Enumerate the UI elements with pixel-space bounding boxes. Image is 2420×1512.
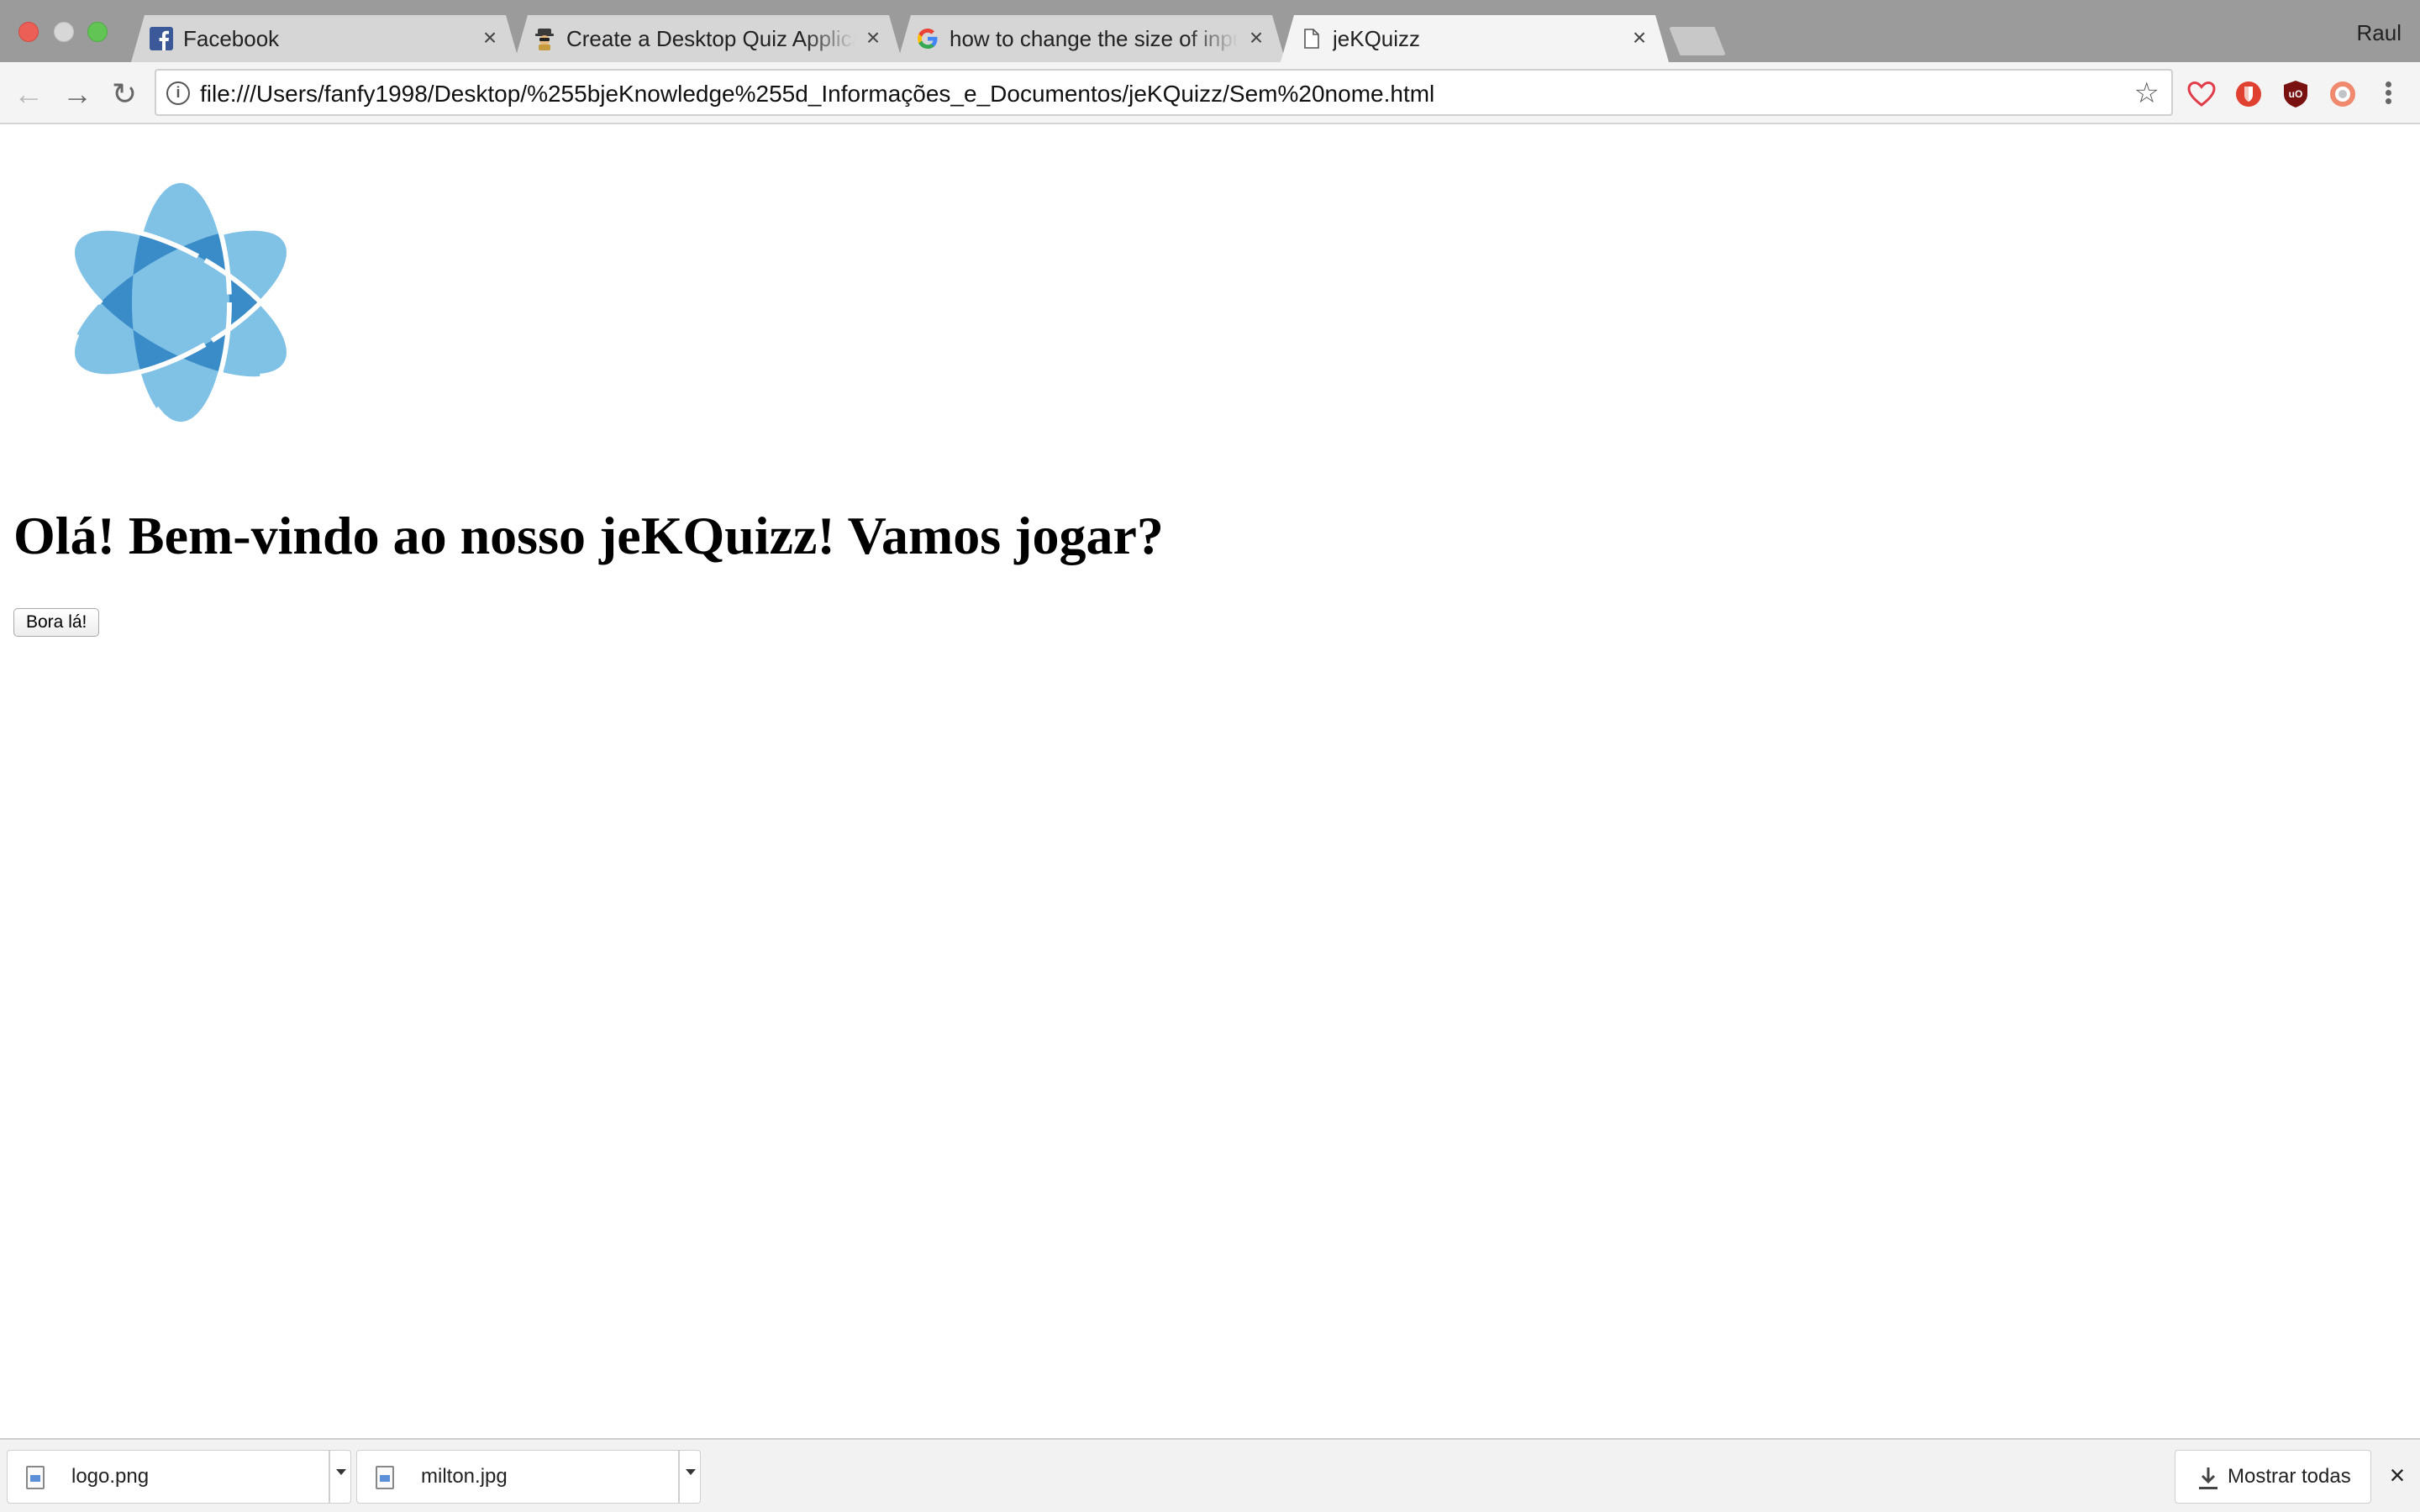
image-file-icon — [376, 1466, 394, 1489]
show-all-label: Mostrar todas — [2228, 1465, 2351, 1488]
back-arrow-icon[interactable]: ← — [12, 77, 45, 111]
close-icon[interactable]: × — [2383, 1458, 2412, 1492]
download-item[interactable]: milton.jpg — [356, 1450, 701, 1504]
tab-close-icon[interactable]: × — [862, 26, 884, 50]
svg-text:uO: uO — [2289, 88, 2303, 100]
forward-arrow-icon[interactable]: → — [60, 77, 94, 111]
tab-close-icon[interactable]: × — [479, 26, 501, 50]
google-icon — [918, 29, 938, 49]
tab-title: Create a Desktop Quiz Applica — [566, 26, 855, 51]
bookmark-star-icon[interactable]: ☆ — [2134, 77, 2160, 109]
info-icon[interactable]: i — [166, 81, 190, 105]
image-file-icon — [26, 1466, 45, 1489]
divider — [329, 1451, 330, 1503]
address-url[interactable]: file:///Users/fanfy1998/Desktop/%255bjeK… — [200, 81, 1434, 108]
tab-close-icon[interactable]: × — [1245, 26, 1267, 50]
tab-title: jeKQuizz — [1333, 26, 1421, 51]
new-tab-button[interactable] — [1669, 27, 1726, 55]
download-filename: milton.jpg — [421, 1465, 508, 1488]
maximize-window-button[interactable] — [87, 22, 108, 42]
ublock-icon[interactable]: uO — [2281, 79, 2311, 109]
tab-create-quiz[interactable]: Create a Desktop Quiz Applica × — [514, 15, 902, 62]
page-heading: Olá! Bem-vindo ao nosso jeKQuizz! Vamos … — [13, 506, 1164, 565]
page-content: Olá! Bem-vindo ao nosso jeKQuizz! Vamos … — [0, 126, 2420, 1438]
tab-jekquizz[interactable]: jeKQuizz × — [1281, 15, 1669, 62]
camera-extension-icon[interactable] — [2328, 79, 2358, 109]
download-icon — [2199, 1467, 2217, 1489]
divider — [678, 1451, 680, 1503]
profile-name[interactable]: Raul — [2357, 20, 2402, 46]
chevron-down-icon[interactable] — [336, 1469, 346, 1475]
minimize-window-button[interactable] — [54, 22, 74, 42]
chevron-down-icon[interactable] — [686, 1469, 696, 1475]
page-icon — [1304, 29, 1319, 49]
tab-title: Facebook — [183, 26, 280, 51]
spy-icon — [535, 29, 554, 50]
tab-facebook[interactable]: Facebook × — [131, 15, 519, 62]
tab-strip: Facebook × Create a Desktop Quiz Applica… — [0, 0, 2420, 62]
download-item[interactable]: logo.png — [7, 1450, 351, 1504]
close-window-button[interactable] — [18, 22, 39, 42]
atom-logo-icon — [70, 178, 292, 427]
facebook-icon — [150, 27, 173, 50]
heart-extension-icon[interactable] — [2186, 79, 2217, 109]
start-quiz-button[interactable]: Bora lá! — [13, 608, 100, 637]
download-shelf: logo.png milton.jpg Mostrar todas × — [0, 1438, 2420, 1512]
browser-toolbar: ← → ↻ i file:///Users/fanfy1998/Desktop/… — [0, 62, 2420, 124]
menu-icon[interactable] — [2380, 79, 2396, 109]
reload-icon[interactable]: ↻ — [108, 77, 141, 111]
shield-extension-icon[interactable] — [2233, 79, 2264, 109]
tab-close-icon[interactable]: × — [1628, 26, 1650, 50]
tab-google-search[interactable]: how to change the size of inpu × — [897, 15, 1286, 62]
tab-title: how to change the size of inpu — [950, 26, 1239, 51]
address-bar[interactable]: i file:///Users/fanfy1998/Desktop/%255bj… — [155, 69, 2173, 116]
show-all-downloads-button[interactable]: Mostrar todas — [2175, 1450, 2371, 1504]
download-filename: logo.png — [71, 1465, 150, 1488]
